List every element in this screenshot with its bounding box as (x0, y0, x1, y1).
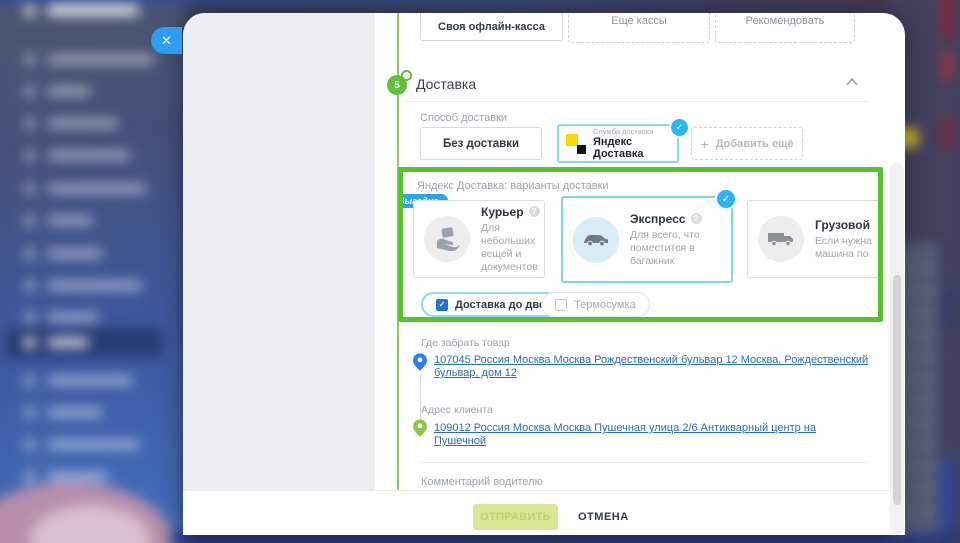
comment-divider (419, 462, 869, 463)
button-label: Добавить ещё (716, 138, 794, 150)
variant-title: Экспресс (630, 212, 686, 226)
pickup-pin-icon (413, 353, 427, 371)
variant-description: Для всего, что поместится в багажник (630, 229, 722, 268)
plus-icon: + (700, 136, 708, 152)
checkbox-checked-icon[interactable]: ✓ (436, 299, 448, 311)
car-icon (573, 217, 619, 263)
card-more-kassa[interactable]: Еще кассы (568, 13, 710, 43)
variant-title: Грузовой (815, 218, 870, 232)
help-icon[interactable]: ? (529, 206, 540, 217)
card-label: Еще кассы (611, 15, 667, 27)
app-sidebar (0, 0, 186, 543)
truck-icon (758, 216, 804, 262)
variants-label: Яндекс Доставка: варианты доставки (417, 180, 609, 192)
modal-scrollbar-thumb[interactable] (893, 275, 901, 505)
toggle-label: Термосумка (574, 299, 636, 311)
close-icon: ✕ (161, 33, 172, 49)
selected-check-icon: ✓ (669, 117, 690, 138)
submit-button[interactable]: ОТПРАВИТЬ (473, 504, 558, 530)
cancel-button[interactable]: ОТМЕНА (572, 510, 635, 524)
checkbox-unchecked-icon[interactable] (555, 299, 567, 311)
card-own-offline-kassa[interactable]: Своя офлайн-касса (420, 13, 563, 41)
variant-description: Для небольших вещей и документов (481, 222, 544, 274)
client-pin-icon (413, 419, 427, 437)
service-caption: Служба доставки (593, 127, 677, 136)
method-label: Способ доставки (420, 112, 507, 124)
chevron-up-icon[interactable] (845, 77, 859, 87)
variant-description: Если нужна машина по (815, 235, 883, 261)
variant-card-express[interactable]: Экспресс? Для всего, что поместится в ба… (561, 196, 733, 283)
card-label: Своя офлайн-касса (438, 21, 545, 33)
section-title: Доставка (416, 76, 476, 92)
modal-left-panel (183, 13, 375, 490)
help-icon[interactable]: ? (691, 213, 702, 224)
variants-highlight-box: Яндекс Доставка: варианты доставки Выгод… (398, 167, 883, 322)
step-status-dot (401, 70, 412, 81)
screen: ✕ Своя офлайн-касса Еще кассы Рекомендов… (0, 0, 960, 543)
toggle-thermal-bag[interactable]: Термосумка (541, 292, 650, 317)
hand-box-icon (424, 216, 470, 262)
section-divider (403, 101, 869, 102)
service-name: Яндекс Доставка (593, 136, 677, 160)
variant-title: Курьер (481, 205, 524, 219)
top-bar (0, 0, 960, 3)
delivery-modal: Своя офлайн-касса Еще кассы Рекомендоват… (183, 13, 905, 535)
variant-card-cargo[interactable]: Грузовой Если нужна машина по (747, 200, 883, 278)
pickup-address-link[interactable]: 107045 Россия Москва Москва Рождественск… (434, 354, 870, 380)
method-add-more-button[interactable]: + Добавить ещё (691, 127, 803, 160)
client-label: Адрес клиента (421, 404, 493, 416)
variant-card-courier[interactable]: Курьер? Для небольших вещей и документов (413, 200, 545, 278)
pickup-label: Где забрать товар (421, 337, 510, 349)
card-recommend[interactable]: Рекомендовать (715, 13, 855, 43)
method-yandex-delivery-card[interactable]: Служба доставки Яндекс Доставка (557, 124, 679, 163)
card-label: Рекомендовать (746, 15, 825, 27)
button-label: Без доставки (443, 138, 519, 150)
client-address-link[interactable]: 109012 Россия Москва Москва Пушечная ули… (434, 422, 870, 448)
variant-selected-check-icon: ✓ (715, 188, 737, 210)
modal-close-button[interactable]: ✕ (151, 27, 182, 54)
method-no-delivery-button[interactable]: Без доставки (420, 127, 542, 160)
yandex-delivery-logo-icon (566, 134, 586, 154)
